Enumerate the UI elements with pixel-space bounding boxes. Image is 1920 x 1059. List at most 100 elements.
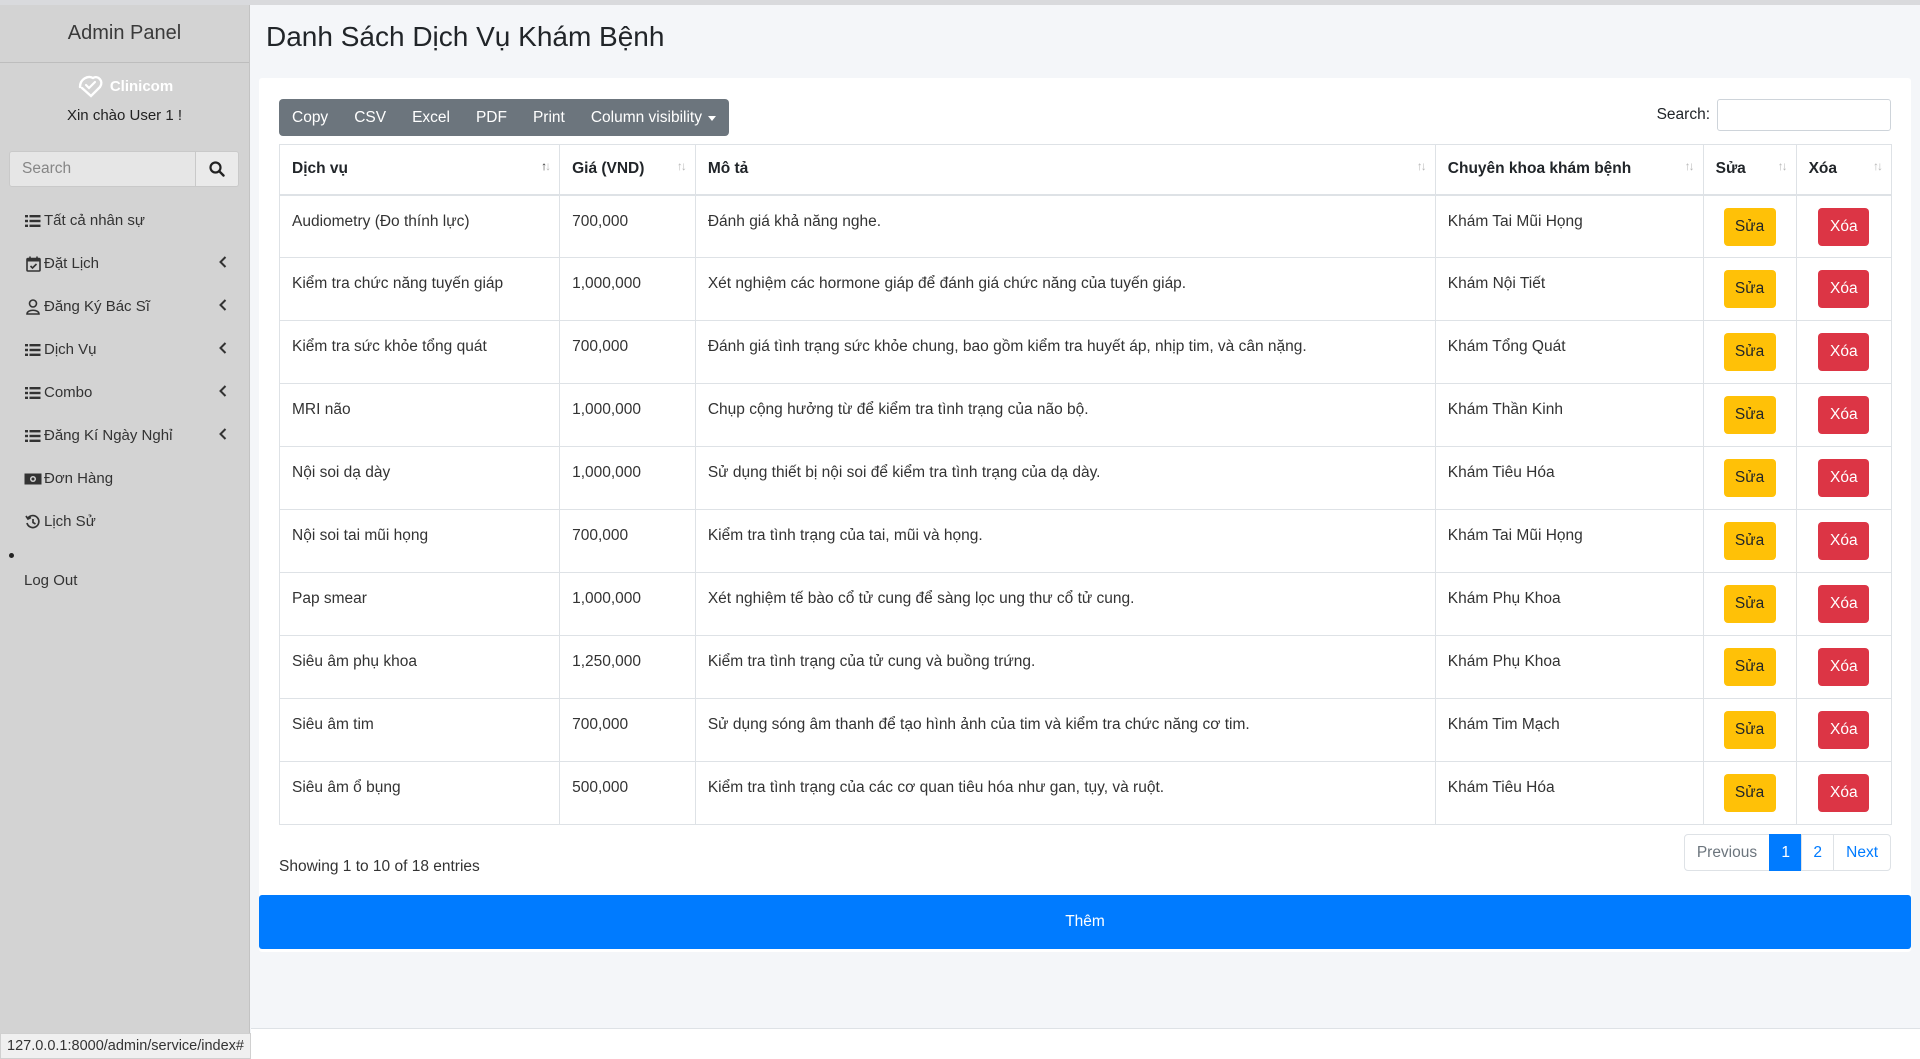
cell-specialty: Khám Tổng Quát [1434, 320, 1704, 384]
page-title: Danh Sách Dịch Vụ Khám Bệnh [266, 21, 665, 52]
sidebar-item-services[interactable]: Dịch Vụ [0, 328, 249, 371]
cell-description: Kiểm tra tình trạng của các cơ quan tiêu… [694, 761, 1436, 825]
sort-asc-icon: ↑↓ [541, 159, 551, 173]
pagination-next[interactable]: Next [1833, 834, 1891, 871]
cell-description: Đánh giá khả năng nghe. [694, 194, 1436, 258]
edit-button[interactable]: Sửa [1723, 774, 1776, 812]
cell-specialty: Khám Phụ Khoa [1434, 635, 1704, 699]
column-header-specialty[interactable]: Chuyên khoa khám bệnh ↑↓ [1434, 144, 1704, 196]
column-header-edit[interactable]: Sửa ↑↓ [1702, 144, 1797, 196]
sidebar-item-doctor-registration[interactable]: Đăng Ký Bác Sĩ [0, 285, 249, 328]
delete-button[interactable]: Xóa [1818, 585, 1870, 623]
pagination-page-2[interactable]: 2 [1801, 834, 1835, 871]
pdf-button[interactable]: PDF [463, 99, 520, 136]
delete-button[interactable]: Xóa [1818, 207, 1870, 246]
cell-edit: Sửa [1702, 383, 1797, 447]
edit-button[interactable]: Sửa [1723, 459, 1776, 497]
cell-specialty: Khám Tai Mũi Họng [1434, 194, 1704, 258]
list-icon [24, 341, 42, 359]
cell-specialty: Khám Tai Mũi Họng [1434, 509, 1704, 573]
cell-service: Siêu âm phụ khoa [278, 635, 561, 699]
cell-specialty: Khám Thần Kinh [1434, 383, 1704, 447]
edit-button[interactable]: Sửa [1723, 396, 1776, 434]
cell-delete: Xóa [1795, 194, 1893, 258]
cell-specialty: Khám Tim Mạch [1434, 698, 1704, 762]
delete-button[interactable]: Xóa [1818, 711, 1870, 749]
sidebar-item-label: Dịch Vụ [44, 341, 97, 358]
sidebar-search-input[interactable] [9, 151, 196, 187]
pagination: Previous 1 2 Next [1683, 834, 1891, 871]
print-button[interactable]: Print [520, 99, 578, 136]
pagination-previous[interactable]: Previous [1683, 834, 1771, 871]
sidebar-item-label: Đơn Hàng [44, 470, 114, 487]
sidebar: Admin Panel Clinicom Xin chào User 1 ! T… [0, 5, 250, 1059]
cell-price: 1,000,000 [559, 446, 696, 510]
pagination-page-1[interactable]: 1 [1769, 834, 1803, 871]
edit-button[interactable]: Sửa [1723, 585, 1776, 623]
delete-button[interactable]: Xóa [1818, 396, 1870, 434]
cell-specialty: Khám Tiêu Hóa [1434, 446, 1704, 510]
sidebar-item-all-staff[interactable]: Tất cả nhân sự [0, 199, 249, 242]
table-row: Nội soi tai mũi họng 700,000 Kiểm tra tì… [278, 509, 1893, 573]
list-icon [24, 212, 42, 230]
logout-link[interactable]: Log Out [0, 572, 249, 589]
column-visibility-label: Column visibility [590, 108, 702, 126]
brand-title[interactable]: Admin Panel [0, 5, 249, 63]
sidebar-item-label: Đăng Ký Bác Sĩ [44, 298, 150, 315]
edit-button[interactable]: Sửa [1723, 333, 1776, 371]
copy-button[interactable]: Copy [279, 99, 341, 136]
column-header-label: Xóa [1808, 160, 1837, 177]
table-search-input[interactable] [1717, 99, 1891, 131]
cell-service: Pap smear [278, 572, 561, 636]
column-header-price[interactable]: Giá (VND) ↑↓ [559, 144, 696, 196]
cell-delete: Xóa [1795, 572, 1893, 636]
sidebar-search-button[interactable] [196, 151, 239, 187]
history-icon [24, 513, 42, 531]
table-search: Search: [1657, 99, 1891, 131]
cell-service: MRI não [278, 383, 561, 447]
chevron-left-icon [219, 384, 227, 401]
delete-button[interactable]: Xóa [1818, 459, 1870, 497]
cell-specialty: Khám Phụ Khoa [1434, 572, 1704, 636]
cell-edit: Sửa [1702, 761, 1797, 825]
caret-down-icon [707, 116, 716, 121]
list-icon [24, 384, 42, 402]
cell-specialty: Khám Tiêu Hóa [1434, 761, 1704, 825]
table-row: Pap smear 1,000,000 Xét nghiệm tế bào cổ… [278, 572, 1893, 636]
delete-button[interactable]: Xóa [1818, 522, 1870, 560]
edit-button[interactable]: Sửa [1723, 522, 1776, 560]
cell-delete: Xóa [1795, 509, 1893, 573]
table-row: Nội soi dạ dày 1,000,000 Sử dụng thiết b… [278, 446, 1893, 510]
column-header-service[interactable]: Dịch vụ ↑↓ [278, 144, 561, 196]
column-visibility-button[interactable]: Column visibility [578, 99, 729, 136]
excel-button[interactable]: Excel [399, 99, 463, 136]
list-bullet [9, 553, 14, 558]
sidebar-item-booking[interactable]: Đặt Lịch [0, 242, 249, 285]
column-header-label: Giá (VND) [572, 160, 645, 177]
edit-button[interactable]: Sửa [1723, 711, 1776, 749]
sidebar-item-combo[interactable]: Combo [0, 371, 249, 414]
delete-button[interactable]: Xóa [1818, 648, 1870, 686]
cell-description: Đánh giá tình trạng sức khỏe chung, bao … [694, 320, 1436, 384]
edit-button[interactable]: Sửa [1723, 648, 1776, 686]
edit-button[interactable]: Sửa [1723, 270, 1776, 308]
cell-service: Nội soi tai mũi họng [278, 509, 561, 573]
delete-button[interactable]: Xóa [1818, 270, 1870, 308]
column-header-delete[interactable]: Xóa ↑↓ [1795, 144, 1893, 196]
sidebar-item-orders[interactable]: Đơn Hàng [0, 457, 249, 500]
delete-button[interactable]: Xóa [1818, 333, 1870, 371]
table-row: Audiometry (Đo thính lực) 700,000 Đánh g… [278, 194, 1893, 258]
add-service-button[interactable]: Thêm [259, 895, 1911, 949]
sidebar-item-leave-registration[interactable]: Đăng Kí Ngày Nghỉ [0, 414, 249, 457]
cell-price: 1,000,000 [559, 572, 696, 636]
delete-button[interactable]: Xóa [1818, 774, 1870, 812]
csv-button[interactable]: CSV [341, 99, 399, 136]
sidebar-search [9, 151, 239, 187]
column-header-label: Dịch vụ [292, 160, 348, 177]
calendar-check-icon [24, 255, 42, 273]
sidebar-item-history[interactable]: Lịch Sử [0, 500, 249, 543]
edit-button[interactable]: Sửa [1723, 207, 1776, 246]
column-header-description[interactable]: Mô tả ↑↓ [694, 144, 1436, 196]
table-search-label: Search: [1656, 106, 1710, 123]
cell-edit: Sửa [1702, 257, 1797, 321]
